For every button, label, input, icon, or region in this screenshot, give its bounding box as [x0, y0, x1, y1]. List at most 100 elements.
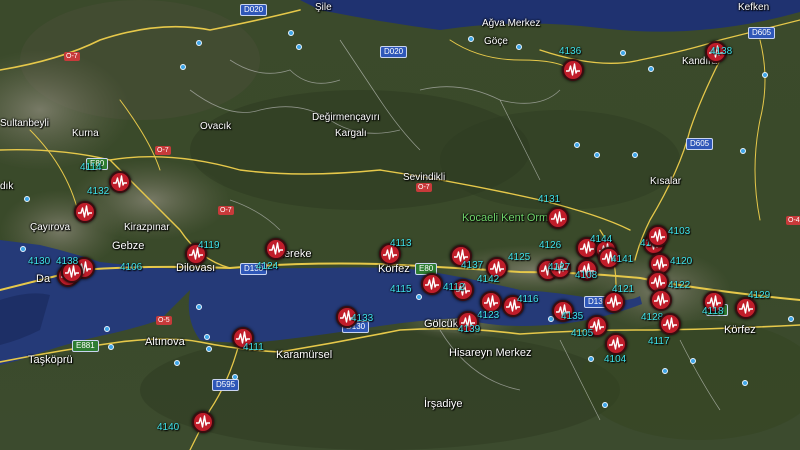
- poi-dot: [206, 346, 212, 352]
- seismic-station-marker[interactable]: [265, 238, 287, 260]
- seismic-station-marker[interactable]: [659, 313, 681, 335]
- station-code-label: 4129: [748, 290, 771, 301]
- poi-dot: [788, 316, 794, 322]
- station-code-label: 4105: [571, 328, 594, 339]
- seismic-station-marker[interactable]: [647, 225, 669, 247]
- station-code-label: 4108: [575, 270, 598, 281]
- poi-dot: [180, 64, 186, 70]
- station-code-label: 4114: [80, 162, 102, 173]
- poi-dot: [232, 374, 238, 380]
- seismograph-icon: [113, 175, 127, 188]
- seismograph-icon: [566, 63, 580, 76]
- station-code-label: 4120: [670, 256, 693, 267]
- station-code-label: 4117: [648, 336, 670, 347]
- station-code-label: 4113: [390, 238, 412, 249]
- road-shield-d020: D020: [240, 4, 268, 16]
- station-code-label: 4137: [461, 260, 484, 271]
- poi-dot: [196, 304, 202, 310]
- station-code-label: 4138: [56, 256, 79, 267]
- poi-dot: [468, 36, 474, 42]
- seismograph-icon: [425, 277, 439, 290]
- seismograph-icon: [607, 295, 621, 308]
- station-code-label: 4121: [612, 284, 635, 295]
- poi-dot: [174, 360, 180, 366]
- seismograph-icon: [269, 242, 283, 255]
- seismic-station-marker[interactable]: [109, 171, 131, 193]
- route-shield-o5: O-5: [156, 316, 172, 325]
- poi-dot: [632, 152, 638, 158]
- poi-dot: [594, 152, 600, 158]
- station-code-label: 4144: [590, 234, 613, 245]
- poi-dot: [662, 368, 668, 374]
- poi-dot: [516, 44, 522, 50]
- station-code-label: 4136: [559, 46, 582, 57]
- seismograph-icon: [609, 337, 623, 350]
- seismograph-icon: [484, 295, 498, 308]
- route-shield-o7: O-7: [64, 52, 80, 61]
- station-code-label: 4139: [458, 324, 481, 335]
- station-code-label: 4104: [604, 354, 627, 365]
- seismograph-icon: [196, 415, 210, 428]
- poi-dot: [204, 334, 210, 340]
- station-code-label: 4135: [561, 311, 584, 322]
- station-code-label: 4125: [508, 252, 531, 263]
- station-code-label: 4116: [517, 294, 539, 305]
- poi-dot: [574, 142, 580, 148]
- poi-dot: [416, 294, 422, 300]
- station-code-label: 4122: [668, 280, 691, 291]
- station-code-label: 4130: [28, 256, 51, 267]
- seismic-station-marker[interactable]: [562, 59, 584, 81]
- seismograph-icon: [651, 275, 665, 288]
- seismograph-icon: [654, 293, 668, 306]
- station-code-label: 4103: [668, 226, 691, 237]
- route-shield-o7: O-7: [416, 183, 432, 192]
- seismic-station-marker[interactable]: [192, 411, 214, 433]
- poi-dot: [108, 344, 114, 350]
- road-shield-d595: D595: [212, 379, 240, 391]
- station-code-label: 4132: [87, 186, 110, 197]
- station-code-label: 4142: [477, 274, 500, 285]
- road-shield-e881: E881: [72, 340, 99, 352]
- map-terrain: [0, 0, 800, 450]
- poi-dot: [740, 148, 746, 154]
- seismic-station-marker[interactable]: [421, 273, 443, 295]
- seismograph-icon: [651, 229, 665, 242]
- poi-dot: [602, 402, 608, 408]
- station-code-label: 4115: [390, 284, 412, 295]
- station-code-label: 4111: [243, 342, 264, 353]
- route-shield-o7: O-7: [218, 206, 234, 215]
- seismograph-icon: [663, 317, 677, 330]
- seismograph-icon: [78, 205, 92, 218]
- seismograph-icon: [551, 211, 565, 224]
- seismic-station-marker[interactable]: [74, 201, 96, 223]
- poi-dot: [20, 246, 26, 252]
- seismic-station-marker[interactable]: [547, 207, 569, 229]
- road-shield-d605: D605: [686, 138, 714, 150]
- seismograph-icon: [739, 301, 753, 314]
- road-shield-d020: D020: [380, 46, 408, 58]
- poi-dot: [24, 196, 30, 202]
- seismograph-icon: [653, 257, 667, 270]
- station-code-label: 4131: [538, 194, 561, 205]
- station-code-label: 4112: [443, 282, 465, 293]
- station-code-label: 4124: [256, 261, 279, 272]
- poi-dot: [620, 50, 626, 56]
- seismic-station-marker[interactable]: [605, 333, 627, 355]
- poi-dot: [296, 44, 302, 50]
- poi-dot: [196, 40, 202, 46]
- poi-dot: [762, 72, 768, 78]
- station-code-label: 4123: [477, 310, 500, 321]
- station-code-label: 4140: [157, 422, 180, 433]
- poi-dot: [648, 66, 654, 72]
- map-view[interactable]: Şile Ağva Merkez Göçe Kefken Kandıra Sul…: [0, 0, 800, 450]
- route-shield-o7: O-7: [155, 146, 171, 155]
- poi-dot: [288, 30, 294, 36]
- station-code-label: 4106: [120, 262, 143, 273]
- seismic-station-marker[interactable]: [650, 289, 672, 311]
- route-shield-o4: O-4: [786, 216, 800, 225]
- station-code-label: 4127: [548, 262, 571, 273]
- station-code-label: 4119: [198, 240, 220, 251]
- poi-dot: [742, 380, 748, 386]
- station-code-label: 4138: [710, 46, 733, 57]
- station-code-label: 4118: [702, 306, 724, 317]
